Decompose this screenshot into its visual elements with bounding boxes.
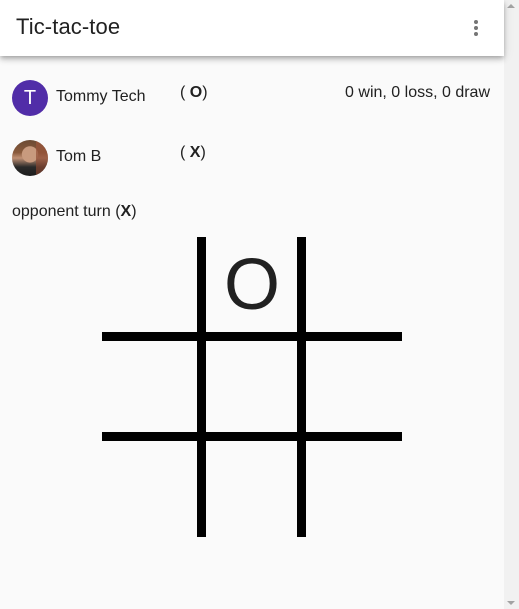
more-vert-icon-dot [474,26,478,30]
player-row-2: Tom B ( X) [12,140,492,176]
mark-symbol: X [189,144,201,161]
grid-line-vertical [197,237,206,537]
mark-close: ) [202,84,208,101]
player-mark: ( X) [180,144,206,162]
board-cell[interactable] [102,435,202,535]
grid-line-horizontal [102,332,402,341]
more-vert-icon-dot [474,32,478,36]
avatar [12,140,48,176]
scroll-up-arrow-icon[interactable] [507,4,515,8]
grid-line-vertical [297,237,306,537]
board-cell[interactable] [202,435,302,535]
board-cell[interactable] [302,435,402,535]
scrollbar[interactable] [504,0,519,609]
toolbar: Tic-tac-toe [0,0,504,56]
more-vert-icon [474,20,478,24]
mark-symbol: O [189,84,203,101]
player-mark: ( O) [180,84,208,102]
grid-line-horizontal [102,432,402,441]
mark-open: ( [180,144,190,161]
mark-open: ( [180,84,190,101]
player-row-1: T Tommy Tech ( O) 0 win, 0 loss, 0 draw [12,80,492,116]
app-title: Tic-tac-toe [16,14,121,39]
status-suffix: ) [131,203,137,220]
board-cell[interactable] [102,335,202,435]
avatar: T [12,80,48,116]
board-cell[interactable] [202,335,302,435]
board-cell[interactable] [302,335,402,435]
player-name: Tom B [56,148,102,165]
game-board: O [102,237,402,537]
board-cell[interactable] [102,235,202,335]
mark-close: ) [200,144,206,161]
board-cell[interactable] [302,235,402,335]
board-cell[interactable]: O [202,235,302,335]
turn-status: opponent turn (X) [12,203,137,221]
more-menu-button[interactable] [460,12,492,44]
scroll-down-arrow-icon[interactable] [507,601,515,605]
status-mark: X [120,203,132,220]
player-record: 0 win, 0 loss, 0 draw [345,84,490,101]
player-name: Tommy Tech [56,88,146,105]
app: Tic-tac-toe T Tommy Tech ( O) 0 win, 0 l… [0,0,504,609]
status-prefix: opponent turn ( [12,203,121,220]
